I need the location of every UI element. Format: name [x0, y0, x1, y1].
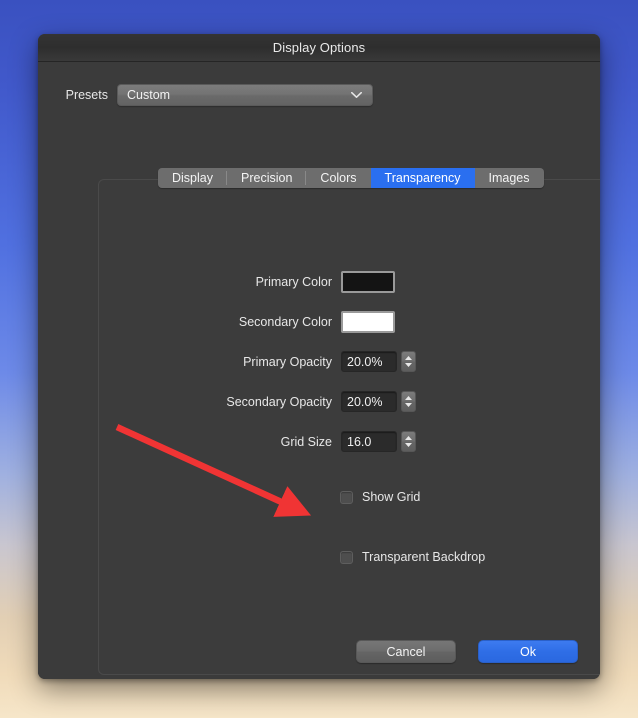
dialog-titlebar: Display Options [38, 34, 600, 62]
dialog-body: Presets Custom Display Precision Colors … [38, 62, 600, 679]
primary-opacity-label: Primary Opacity [243, 354, 332, 369]
secondary-opacity-label: Secondary Opacity [226, 394, 332, 409]
grid-size-stepper[interactable] [401, 431, 416, 452]
primary-opacity-stepper[interactable] [401, 351, 416, 372]
chevron-down-icon [351, 92, 362, 98]
primary-opacity-input[interactable]: 20.0% [341, 351, 397, 372]
primary-color-label: Primary Color [255, 274, 332, 289]
presets-dropdown[interactable]: Custom [117, 84, 373, 106]
transparent-backdrop-checkbox[interactable] [340, 550, 353, 564]
desktop-background: Display Options Presets Custom Display P… [0, 0, 638, 718]
grid-size-row: Grid Size 16.0 [38, 430, 600, 453]
tab-images[interactable]: Images [474, 168, 544, 188]
primary-color-swatch[interactable] [341, 270, 395, 293]
ok-button[interactable]: Ok [478, 640, 578, 663]
tab-display[interactable]: Display [158, 168, 227, 188]
secondary-opacity-input[interactable]: 20.0% [341, 391, 397, 412]
secondary-opacity-stepper[interactable] [401, 391, 416, 412]
primary-color-row: Primary Color [38, 270, 600, 293]
tab-label: Colors [320, 171, 357, 185]
show-grid-checkbox[interactable] [340, 490, 353, 504]
secondary-color-label: Secondary Color [238, 314, 332, 329]
secondary-opacity-row: Secondary Opacity 20.0% [38, 390, 600, 413]
dialog-footer: Cancel Ok [356, 640, 578, 663]
tab-bar: Display Precision Colors Transparency Im… [158, 168, 544, 188]
tab-precision[interactable]: Precision [227, 168, 307, 188]
tab-label: Display [172, 171, 213, 185]
transparent-backdrop-row: Transparent Backdrop [38, 547, 600, 567]
presets-selected-value: Custom [127, 88, 171, 102]
presets-label: Presets [65, 88, 108, 102]
transparency-settings-form: Primary Color Secondary Color Primary Op… [38, 270, 600, 587]
tab-transparency[interactable]: Transparency [370, 168, 475, 188]
show-grid-row: Show Grid [38, 487, 600, 507]
secondary-color-swatch[interactable] [341, 310, 395, 333]
grid-size-label: Grid Size [280, 434, 332, 449]
presets-row: Presets Custom [38, 84, 600, 106]
tab-label: Transparency [384, 171, 461, 185]
tab-colors[interactable]: Colors [306, 168, 371, 188]
display-options-dialog: Display Options Presets Custom Display P… [38, 34, 600, 679]
dialog-title: Display Options [272, 40, 366, 55]
primary-opacity-row: Primary Opacity 20.0% [38, 350, 600, 373]
secondary-color-row: Secondary Color [38, 310, 600, 333]
tab-label: Precision [241, 171, 293, 185]
tab-label: Images [488, 171, 530, 185]
cancel-button[interactable]: Cancel [356, 640, 456, 663]
grid-size-input[interactable]: 16.0 [341, 431, 397, 452]
show-grid-label: Show Grid [362, 490, 421, 504]
transparent-backdrop-label: Transparent Backdrop [362, 550, 486, 564]
